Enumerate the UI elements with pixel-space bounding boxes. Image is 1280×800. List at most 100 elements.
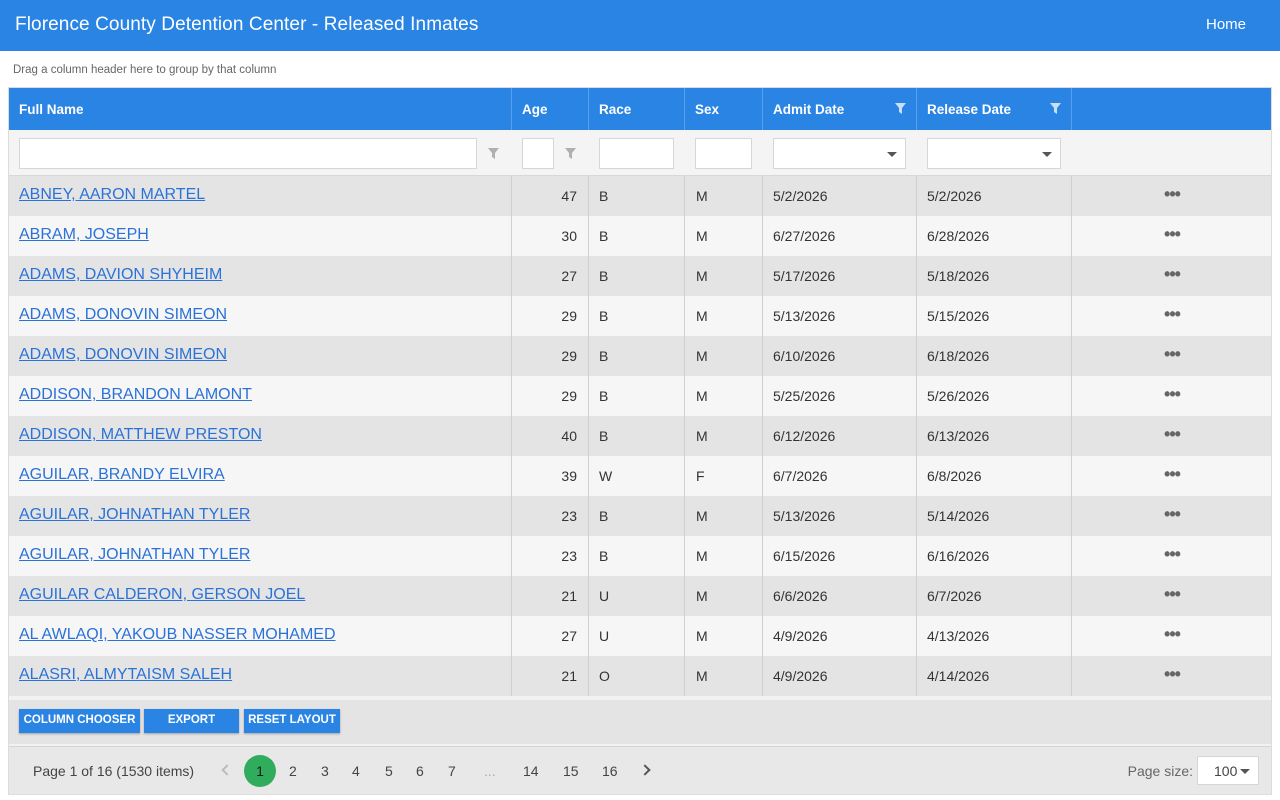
sex-filter-input[interactable]	[695, 138, 752, 169]
grid-toolbar: COLUMN CHOOSER EXPORT RESET LAYOUT	[9, 700, 1271, 744]
inmate-name-link[interactable]: AGUILAR, BRANDY ELVIRA	[19, 466, 225, 483]
inmate-name-link[interactable]: ABRAM, JOSEPH	[19, 226, 149, 243]
home-link[interactable]: Home	[1206, 16, 1246, 33]
filter-icon[interactable]	[488, 148, 499, 159]
column-header-race[interactable]: Race	[589, 88, 685, 130]
sex-cell: F	[685, 456, 763, 496]
inmate-name-link[interactable]: ABNEY, AARON MARTEL	[19, 186, 205, 203]
age-cell: 29	[512, 296, 589, 336]
page-button-2[interactable]: 2	[289, 763, 297, 779]
table-row[interactable]: AGUILAR, JOHNATHAN TYLER 23 B M 5/13/2026 5/1…	[9, 496, 1271, 536]
sex-cell: M	[685, 296, 763, 336]
more-options-icon[interactable]: •••	[1164, 384, 1181, 405]
full-name-filter-input[interactable]	[19, 138, 477, 169]
page-button-14[interactable]: 14	[523, 763, 539, 779]
more-options-icon[interactable]: •••	[1164, 224, 1181, 245]
page-button-1[interactable]: 1	[244, 755, 276, 787]
race-cell: B	[589, 296, 685, 336]
release-date-cell: 6/13/2026	[917, 416, 1072, 456]
more-options-icon[interactable]: •••	[1164, 504, 1181, 525]
chevron-right-icon[interactable]	[639, 764, 651, 776]
table-row[interactable]: ADDISON, BRANDON LAMONT 29 B M 5/25/2026 5/26…	[9, 376, 1271, 416]
release-date-cell: 5/15/2026	[917, 296, 1072, 336]
age-cell: 23	[512, 536, 589, 576]
age-cell: 40	[512, 416, 589, 456]
inmate-name-link[interactable]: ALASRI, ALMYTAISM SALEH	[19, 666, 232, 683]
actions-cell: •••	[1072, 296, 1271, 336]
inmate-name-link[interactable]: ADAMS, DONOVIN SIMEON	[19, 306, 227, 323]
admit-date-cell: 6/10/2026	[763, 336, 917, 376]
more-options-icon[interactable]: •••	[1164, 264, 1181, 285]
release-date-filter-select[interactable]	[927, 138, 1061, 169]
admit-date-cell: 6/27/2026	[763, 216, 917, 256]
more-options-icon[interactable]: •••	[1164, 624, 1181, 645]
more-options-icon[interactable]: •••	[1164, 344, 1181, 365]
inmate-name-link[interactable]: AGUILAR, JOHNATHAN TYLER	[19, 506, 250, 523]
filter-icon[interactable]	[1050, 103, 1061, 114]
sex-cell: M	[685, 256, 763, 296]
sex-cell: M	[685, 616, 763, 656]
column-header-full-name[interactable]: Full Name	[9, 88, 512, 130]
race-cell: B	[589, 176, 685, 216]
full-name-cell: ADAMS, DAVION SHYHEIM	[9, 256, 512, 296]
actions-cell: •••	[1072, 536, 1271, 576]
sex-cell: M	[685, 336, 763, 376]
chevron-left-icon[interactable]	[221, 764, 233, 776]
race-cell: B	[589, 216, 685, 256]
chevron-down-icon	[1240, 769, 1250, 774]
inmate-name-link[interactable]: ADAMS, DAVION SHYHEIM	[19, 266, 222, 283]
page-button-15[interactable]: 15	[563, 763, 579, 779]
full-name-cell: ABRAM, JOSEPH	[9, 216, 512, 256]
age-cell: 29	[512, 376, 589, 416]
page-button-6[interactable]: 6	[416, 763, 424, 779]
column-header-admit-date[interactable]: Admit Date	[763, 88, 917, 130]
full-name-cell: ADDISON, BRANDON LAMONT	[9, 376, 512, 416]
more-options-icon[interactable]: •••	[1164, 584, 1181, 605]
more-options-icon[interactable]: •••	[1164, 544, 1181, 565]
inmate-name-link[interactable]: ADDISON, MATTHEW PRESTON	[19, 426, 262, 443]
more-options-icon[interactable]: •••	[1164, 304, 1181, 325]
page-button-16[interactable]: 16	[602, 763, 618, 779]
table-row[interactable]: ADDISON, MATTHEW PRESTON 40 B M 6/12/2026 6/1…	[9, 416, 1271, 456]
inmate-name-link[interactable]: AL AWLAQI, YAKOUB NASSER MOHAMED	[19, 626, 336, 643]
more-options-icon[interactable]: •••	[1164, 664, 1181, 685]
admit-date-filter-select[interactable]	[773, 138, 906, 169]
page-button-3[interactable]: 3	[321, 763, 329, 779]
page-button-4[interactable]: 4	[352, 763, 360, 779]
reset-layout-button[interactable]: RESET LAYOUT	[244, 709, 340, 733]
filter-icon[interactable]	[895, 103, 906, 114]
page-button-5[interactable]: 5	[385, 763, 393, 779]
inmate-name-link[interactable]: AGUILAR, JOHNATHAN TYLER	[19, 546, 250, 563]
more-options-icon[interactable]: •••	[1164, 464, 1181, 485]
actions-cell: •••	[1072, 256, 1271, 296]
column-header-sex[interactable]: Sex	[685, 88, 763, 130]
age-cell: 27	[512, 616, 589, 656]
inmate-name-link[interactable]: ADDISON, BRANDON LAMONT	[19, 386, 252, 403]
page-button-7[interactable]: 7	[448, 763, 456, 779]
table-row[interactable]: AL AWLAQI, YAKOUB NASSER MOHAMED 27 U M 4/9/…	[9, 616, 1271, 656]
more-options-icon[interactable]: •••	[1164, 424, 1181, 445]
inmate-name-link[interactable]: AGUILAR CALDERON, GERSON JOEL	[19, 586, 305, 603]
age-filter-input[interactable]	[522, 138, 554, 169]
column-chooser-button[interactable]: COLUMN CHOOSER	[19, 709, 140, 733]
page-size-label: Page size:	[1127, 763, 1193, 779]
column-header-age[interactable]: Age	[512, 88, 589, 130]
table-row[interactable]: AGUILAR, BRANDY ELVIRA 39 W F 6/7/2026 6/8/20…	[9, 456, 1271, 496]
table-row[interactable]: ABNEY, AARON MARTEL 47 B M 5/2/2026 5/2/2026 •…	[9, 176, 1271, 216]
table-row[interactable]: ADAMS, DONOVIN SIMEON 29 B M 6/10/2026 6/18/2…	[9, 336, 1271, 376]
sex-cell: M	[685, 416, 763, 456]
table-row[interactable]: ABRAM, JOSEPH 30 B M 6/27/2026 6/28/2026 •••	[9, 216, 1271, 256]
column-header-release-date[interactable]: Release Date	[917, 88, 1072, 130]
filter-icon[interactable]	[565, 148, 576, 159]
table-row[interactable]: ADAMS, DONOVIN SIMEON 29 B M 5/13/2026 5/15/2…	[9, 296, 1271, 336]
table-row[interactable]: ADAMS, DAVION SHYHEIM 27 B M 5/17/2026 5/18/2…	[9, 256, 1271, 296]
race-filter-input[interactable]	[599, 138, 674, 169]
export-button[interactable]: EXPORT	[144, 709, 239, 733]
page-size-select[interactable]: 100	[1197, 756, 1259, 785]
inmate-name-link[interactable]: ADAMS, DONOVIN SIMEON	[19, 346, 227, 363]
table-row[interactable]: AGUILAR CALDERON, GERSON JOEL 21 U M 6/6/202…	[9, 576, 1271, 616]
more-options-icon[interactable]: •••	[1164, 184, 1181, 205]
table-row[interactable]: ALASRI, ALMYTAISM SALEH 21 O M 4/9/2026 4/14/…	[9, 656, 1271, 696]
sex-cell: M	[685, 536, 763, 576]
table-row[interactable]: AGUILAR, JOHNATHAN TYLER 23 B M 6/15/2026 6/1…	[9, 536, 1271, 576]
